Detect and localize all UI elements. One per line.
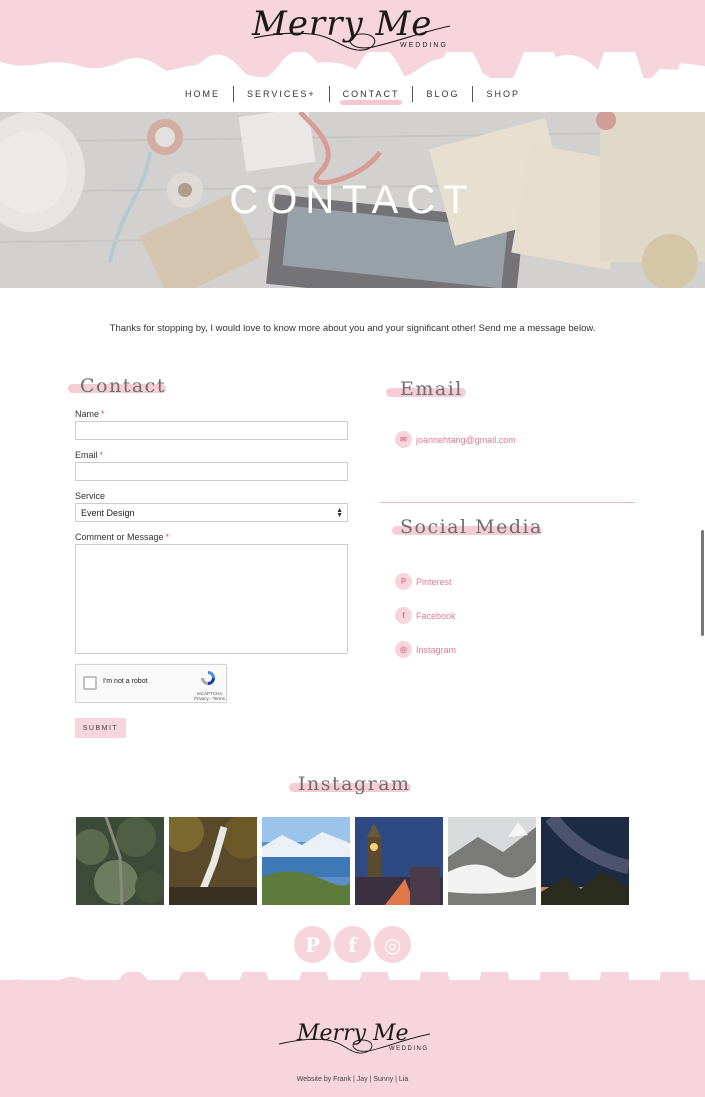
- email-link[interactable]: ✉ joannehtang@gmail.com: [395, 431, 516, 448]
- pinterest-icon[interactable]: P: [294, 926, 331, 963]
- email-label: Email *: [75, 450, 104, 460]
- service-select[interactable]: Event Design ▲ ▼: [75, 503, 348, 522]
- instagram-label: Instagram: [416, 644, 457, 655]
- page-scrollbar[interactable]: [701, 530, 704, 636]
- footer-credit: Website by Frank | Jay | Sunny | Lia: [296, 1076, 409, 1083]
- recaptcha-widget: I'm not a robot reCAPTCHA Privacy - Terms: [75, 664, 227, 703]
- nav-blog[interactable]: BLOG: [413, 86, 472, 102]
- recaptcha-checkbox[interactable]: [83, 676, 97, 690]
- recaptcha-label: I'm not a robot: [103, 678, 148, 685]
- logo-script-text: Merry Me: [252, 4, 433, 44]
- instagram-link[interactable]: ◎ Instagram: [395, 641, 456, 658]
- facebook-icon: f: [395, 607, 412, 624]
- intro-text: Thanks for stopping by, I would love to …: [109, 323, 596, 334]
- email-heading: Email: [400, 378, 463, 400]
- service-label: Service: [75, 491, 106, 501]
- service-select-value: Event Design: [81, 508, 135, 518]
- name-input[interactable]: [75, 421, 348, 440]
- select-updown-icon: ▲ ▼: [336, 507, 343, 519]
- footer-logo-script-icon: Merry Me: [278, 1021, 431, 1054]
- email-input[interactable]: [75, 462, 348, 481]
- forest-photo[interactable]: [76, 817, 164, 905]
- hero-title: CONTACT: [229, 178, 476, 222]
- logo-subtext: WEDDING: [400, 42, 448, 49]
- nav-contact[interactable]: CONTACT: [330, 86, 413, 105]
- svg-text:Merry Me: Merry Me: [296, 1021, 409, 1046]
- hero-banner: CONTACT: [0, 112, 705, 288]
- recaptcha-brand: reCAPTCHA Privacy - Terms: [194, 691, 225, 701]
- waterfall-photo[interactable]: [169, 817, 257, 905]
- milky-way-photo[interactable]: [541, 817, 629, 905]
- pinterest-icon: P: [395, 573, 412, 590]
- instagram-heading: Instagram: [298, 773, 411, 795]
- facebook-label: Facebook: [416, 610, 456, 621]
- message-label: Comment or Message *: [75, 532, 170, 542]
- site-footer: Merry Me WEDDING Website by Frank | Jay …: [0, 972, 705, 1097]
- nav-home[interactable]: HOME: [172, 86, 233, 102]
- site-logo[interactable]: Merry Me WEDDING: [252, 4, 452, 62]
- facebook-link[interactable]: f Facebook: [395, 607, 456, 624]
- email-address: joannehtang@gmail.com: [416, 434, 516, 445]
- section-divider: [380, 502, 635, 503]
- site-header: Merry Me WEDDING HOME SERVICES+ CONTACT …: [0, 0, 705, 112]
- footer-logo-subtext: WEDDING: [389, 1046, 429, 1052]
- envelope-icon: ✉: [395, 431, 412, 448]
- pinterest-link[interactable]: P Pinterest: [395, 573, 452, 590]
- clocktower-photo[interactable]: [355, 817, 443, 905]
- main-nav: HOME SERVICES+ CONTACT BLOG SHOP: [0, 86, 705, 105]
- lake-photo[interactable]: [262, 817, 350, 905]
- nav-services[interactable]: SERVICES+: [234, 86, 329, 102]
- name-label: Name *: [75, 409, 105, 419]
- instagram-icon[interactable]: ◎: [374, 926, 411, 963]
- contact-heading: Contact: [80, 375, 166, 397]
- glacier-photo[interactable]: [448, 817, 536, 905]
- instagram-icon: ◎: [395, 641, 412, 658]
- footer-watercolor-edge: [0, 972, 705, 992]
- nav-shop[interactable]: SHOP: [473, 86, 533, 102]
- message-textarea[interactable]: [75, 544, 348, 654]
- footer-logo[interactable]: Merry Me WEDDING: [277, 1016, 432, 1062]
- recaptcha-logo-icon: [201, 671, 215, 685]
- submit-button[interactable]: SUBMIT: [75, 718, 126, 738]
- pinterest-label: Pinterest: [416, 576, 452, 587]
- social-media-heading: Social Media: [400, 516, 543, 538]
- facebook-icon[interactable]: f: [334, 926, 371, 963]
